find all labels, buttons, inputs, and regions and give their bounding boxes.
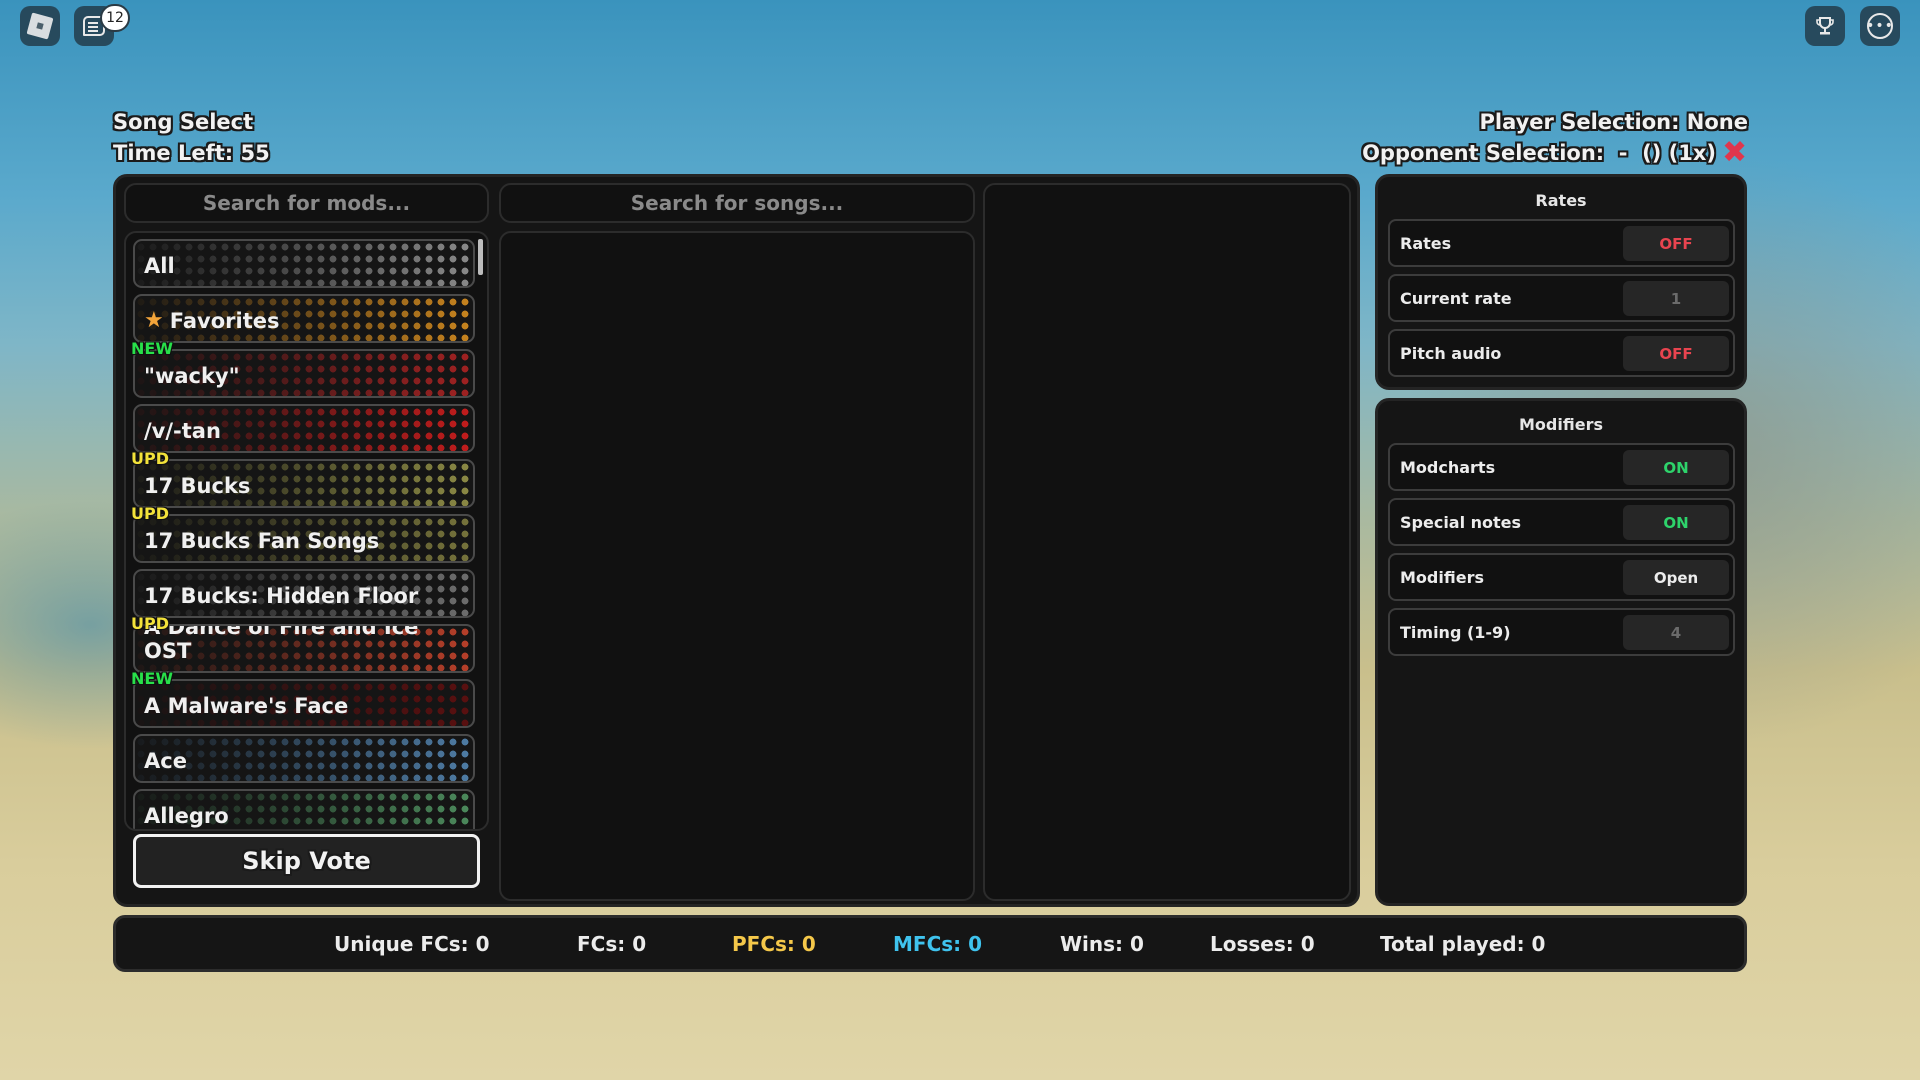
mods-list-scrollbar[interactable] bbox=[478, 239, 483, 275]
rates-setting-row: Rates OFF bbox=[1388, 219, 1735, 267]
updated-tag: UPD bbox=[131, 449, 169, 468]
opponent-selection: Opponent Selection: - () (1x) bbox=[1362, 141, 1716, 165]
mod-name: A Dance of Fire and Ice OST bbox=[144, 624, 419, 663]
updated-tag: UPD bbox=[131, 614, 169, 633]
player-selection: Player Selection: None bbox=[1479, 110, 1749, 134]
modifiers-panel: Modifiers Modcharts ON Special notes ON Modi… bbox=[1375, 398, 1747, 906]
rates-setting-row: Current rate 1 bbox=[1388, 274, 1735, 322]
setting-label: Timing (1-9) bbox=[1400, 622, 1511, 642]
stat-item: Unique FCs: 0 bbox=[334, 931, 490, 956]
setting-label: Pitch audio bbox=[1400, 343, 1502, 363]
new-tag: NEW bbox=[131, 669, 173, 688]
setting-value-button[interactable]: OFF bbox=[1623, 226, 1729, 261]
songs-search-input[interactable]: Search for songs... bbox=[499, 183, 975, 223]
modifiers-setting-row: Modcharts ON bbox=[1388, 443, 1735, 491]
stat-item: PFCs: 0 bbox=[732, 931, 816, 956]
mod-list-item[interactable]: A Dance of Fire and Ice OST bbox=[133, 624, 475, 673]
setting-label: Rates bbox=[1400, 233, 1452, 253]
mod-label: Allegro bbox=[144, 804, 229, 828]
mod-name: All bbox=[144, 254, 175, 278]
mod-name: A Malware's Face bbox=[144, 694, 349, 718]
mod-list-item[interactable]: 17 Bucks bbox=[133, 459, 475, 508]
mod-list-item[interactable]: ★ Favorites bbox=[133, 294, 475, 343]
mod-list-item[interactable]: /v/-tan bbox=[133, 404, 475, 453]
trophy-icon bbox=[1816, 17, 1834, 35]
song-info-panel bbox=[983, 183, 1351, 901]
setting-value-button[interactable]: OFF bbox=[1623, 336, 1729, 371]
leaderboard-button[interactable] bbox=[1805, 6, 1845, 46]
setting-value-button[interactable]: ON bbox=[1623, 450, 1729, 485]
mod-list-item[interactable]: A Malware's Face bbox=[133, 679, 475, 728]
skip-vote-button[interactable]: Skip Vote bbox=[133, 834, 480, 888]
mod-list-item[interactable]: All bbox=[133, 239, 475, 288]
star-icon: ★ bbox=[144, 308, 164, 333]
close-x-icon[interactable]: ✖ bbox=[1722, 138, 1747, 168]
more-options-icon: ••• bbox=[1866, 13, 1893, 39]
songs-list bbox=[499, 231, 975, 901]
mods-search-input[interactable]: Search for mods... bbox=[124, 183, 489, 223]
mod-name: 17 Bucks Fan Songs bbox=[144, 529, 380, 553]
mods-list: All ★ Favorites "wacky" NEW/v/-tan 17 Bucks UP… bbox=[124, 231, 489, 831]
mod-list-item[interactable]: "wacky" bbox=[133, 349, 475, 398]
modifiers-setting-row: Special notes ON bbox=[1388, 498, 1735, 546]
modifiers-title: Modifiers bbox=[1519, 415, 1603, 434]
setting-label: Special notes bbox=[1400, 512, 1522, 532]
mod-name: Allegro bbox=[144, 804, 229, 828]
mod-label: 17 Bucks bbox=[144, 474, 250, 498]
setting-value-button[interactable]: 1 bbox=[1623, 281, 1729, 316]
setting-label: Modifiers bbox=[1400, 567, 1484, 587]
stat-item: Total played: 0 bbox=[1380, 931, 1546, 956]
mod-label: A Dance of Fire and Ice OST bbox=[144, 624, 473, 663]
stat-item: Wins: 0 bbox=[1060, 931, 1144, 956]
page-title: Song Select bbox=[113, 110, 254, 134]
mod-label: 17 Bucks: Hidden Floor bbox=[144, 584, 418, 608]
mod-label: 17 Bucks Fan Songs bbox=[144, 529, 379, 553]
mod-label: A Malware's Face bbox=[144, 694, 348, 718]
setting-value-button[interactable]: 4 bbox=[1623, 615, 1729, 650]
mod-name: "wacky" bbox=[144, 364, 240, 388]
mod-name: 17 Bucks: Hidden Floor bbox=[144, 584, 419, 608]
mod-label: /v/-tan bbox=[144, 419, 221, 443]
mod-name: Favorites bbox=[169, 308, 280, 333]
mods-search-placeholder: Search for mods... bbox=[202, 191, 411, 215]
mod-label: ★ Favorites bbox=[144, 308, 279, 333]
song-select-panel: Search for mods... All ★ Favorites "wacky" N… bbox=[113, 174, 1360, 907]
halftone-pattern bbox=[135, 241, 473, 286]
setting-value-button[interactable]: Open bbox=[1623, 560, 1729, 595]
modifiers-setting-row: Timing (1-9) 4 bbox=[1388, 608, 1735, 656]
mod-name: Ace bbox=[144, 749, 187, 773]
stat-item: Losses: 0 bbox=[1210, 931, 1315, 956]
mod-name: /v/-tan bbox=[144, 419, 221, 443]
stat-item: MFCs: 0 bbox=[893, 931, 983, 956]
roblox-logo-icon bbox=[26, 12, 54, 40]
mod-label: All bbox=[144, 254, 175, 278]
rates-title: Rates bbox=[1535, 191, 1587, 210]
updated-tag: UPD bbox=[131, 504, 169, 523]
stats-bar: Unique FCs: 0 FCs: 0 PFCs: 0 MFCs: 0 Wins: 0… bbox=[113, 915, 1747, 972]
more-options-button[interactable]: ••• bbox=[1860, 6, 1900, 46]
time-left: Time Left: 55 bbox=[113, 141, 270, 165]
rates-setting-row: Pitch audio OFF bbox=[1388, 329, 1735, 377]
mod-list-item[interactable]: Ace bbox=[133, 734, 475, 783]
songs-search-placeholder: Search for songs... bbox=[630, 191, 844, 215]
setting-value-button[interactable]: ON bbox=[1623, 505, 1729, 540]
rates-panel: Rates Rates OFF Current rate 1 Pitch audio OF… bbox=[1375, 174, 1747, 390]
stat-item: FCs: 0 bbox=[577, 931, 647, 956]
mod-list-item[interactable]: 17 Bucks: Hidden Floor bbox=[133, 569, 475, 618]
mod-list-item[interactable]: 17 Bucks Fan Songs bbox=[133, 514, 475, 563]
chat-notification-badge: 12 bbox=[100, 4, 130, 32]
skip-vote-label: Skip Vote bbox=[242, 847, 371, 875]
mod-label: "wacky" bbox=[144, 364, 240, 388]
new-tag: NEW bbox=[131, 339, 173, 358]
mod-name: 17 Bucks bbox=[144, 474, 251, 498]
setting-label: Current rate bbox=[1400, 288, 1512, 308]
setting-label: Modcharts bbox=[1400, 457, 1496, 477]
mod-label: Ace bbox=[144, 749, 187, 773]
modifiers-setting-row: Modifiers Open bbox=[1388, 553, 1735, 601]
roblox-menu-button[interactable] bbox=[20, 6, 60, 46]
mod-list-item[interactable]: Allegro bbox=[133, 789, 475, 829]
